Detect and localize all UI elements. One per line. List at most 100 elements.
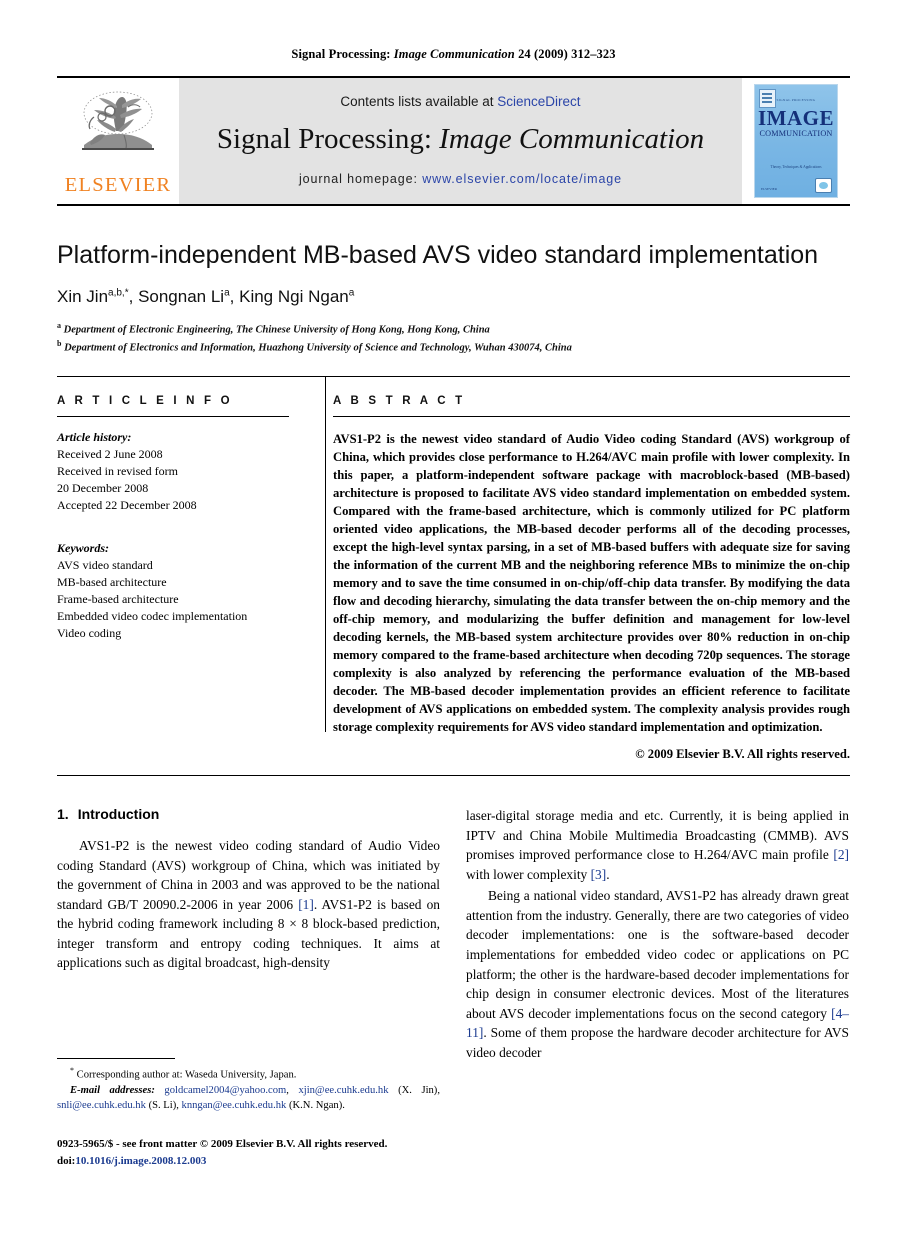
section-heading-introduction: 1. Introduction: [57, 806, 440, 822]
affiliation-marker-b: b: [57, 338, 62, 348]
email-owner: (X. Jin): [398, 1084, 438, 1096]
abstract-divider: [333, 416, 850, 417]
keywords-label: Keywords:: [57, 541, 109, 556]
journal-title-plain: Signal Processing:: [216, 123, 432, 155]
footnote-divider: [57, 1058, 175, 1059]
article-history-block: Article history: Received 2 June 2008 Re…: [57, 429, 289, 514]
body-paragraph: AVS1-P2 is the newest video coding stand…: [57, 836, 440, 973]
body-column-right: laser-digital storage media and etc. Cur…: [466, 806, 849, 1064]
affiliation-marker-a: a: [57, 320, 61, 330]
sciencedirect-link[interactable]: ScienceDirect: [497, 94, 580, 109]
running-head-journal-italic: Image Communication: [393, 47, 515, 61]
elsevier-logo: ELSEVIER: [57, 78, 179, 204]
email-addresses-label: E-mail addresses:: [70, 1084, 155, 1096]
running-head: Signal Processing: Image Communication 2…: [0, 0, 907, 62]
keyword-item: Video coding: [57, 626, 122, 641]
doi-label: doi:: [57, 1154, 76, 1167]
affiliation-text-b: Department of Electronics and Informatio…: [64, 342, 572, 354]
abstract-text: AVS1-P2 is the newest video standard of …: [333, 432, 850, 734]
journal-homepage-label: journal homepage:: [298, 172, 418, 186]
citation-link[interactable]: [3]: [591, 867, 607, 882]
paragraph-text: .: [606, 866, 610, 882]
email-link[interactable]: knngan@ee.cuhk.edu.hk: [182, 1100, 287, 1111]
email-addresses-note: E-mail addresses: goldcamel2004@yahoo.co…: [57, 1084, 440, 1112]
journal-homepage-link[interactable]: www.elsevier.com/locate/image: [422, 172, 622, 186]
cover-title-sub: COMMUNICATION: [759, 129, 833, 138]
citation-link[interactable]: [1]: [298, 897, 314, 912]
info-bottom-divider: [57, 775, 850, 776]
author-name-3: King Ngi Ngan: [239, 286, 349, 306]
cover-mid-caption: Theory, Techniques & Applications: [770, 165, 822, 169]
journal-banner: ELSEVIER Contents lists available at Sci…: [57, 76, 850, 206]
affiliation-a: a Department of Electronic Engineering, …: [57, 320, 850, 338]
citation-link[interactable]: [2]: [833, 847, 849, 862]
email-link[interactable]: snli@ee.cuhk.edu.hk: [57, 1100, 146, 1111]
title-block: Platform-independent MB-based AVS video …: [57, 240, 850, 356]
elsevier-wordmark: ELSEVIER: [64, 174, 172, 196]
author-name-2: Songnan Li: [138, 286, 225, 306]
affiliation-b: b Department of Electronics and Informat…: [57, 338, 850, 356]
cover-society-badge-icon: [815, 178, 832, 193]
journal-homepage-line: journal homepage: www.elsevier.com/locat…: [299, 172, 622, 186]
article-history-label: Article history:: [57, 430, 132, 444]
contents-lists-prefix: Contents lists available at: [340, 94, 494, 109]
doi-link[interactable]: 10.1016/j.image.2008.12.003: [75, 1155, 206, 1167]
page-title: Platform-independent MB-based AVS video …: [57, 241, 819, 269]
paragraph-text: laser-digital storage media and etc. Cur…: [466, 808, 849, 863]
keyword-item: Embedded video codec implementation: [57, 609, 248, 624]
article-history-item: 20 December 2008: [57, 481, 149, 496]
journal-title: Signal Processing: Image Communication: [217, 123, 704, 156]
paragraph-text: Being a national video standard, AVS1-P2…: [466, 888, 849, 1021]
paragraph-text: with lower complexity: [466, 866, 591, 882]
email-owner: (K.N. Ngan): [288, 1100, 343, 1112]
cover-top-caption: SIGNAL PROCESSING: [776, 98, 816, 102]
info-abstract-area: A R T I C L E I N F O Article history: R…: [57, 377, 850, 762]
banner-center: Contents lists available at ScienceDirec…: [179, 78, 742, 204]
author-name-1: Xin Jin: [57, 286, 109, 306]
paragraph-text: . Some of them propose the hardware deco…: [466, 1025, 849, 1060]
running-head-journal: Signal Processing:: [291, 47, 391, 61]
running-head-volume: 24 (2009) 312–323: [518, 47, 616, 61]
journal-article-page: Signal Processing: Image Communication 2…: [0, 0, 907, 1238]
keyword-item: MB-based architecture: [57, 575, 167, 590]
journal-cover-container: SIGNAL PROCESSING IMAGE COMMUNICATION Th…: [742, 78, 850, 204]
abstract-heading: A B S T R A C T: [333, 395, 466, 407]
cover-publisher-caption: ELSEVIER: [761, 187, 778, 192]
affiliation-list: a Department of Electronic Engineering, …: [57, 320, 850, 357]
author-list: Xin Jina,b,*, Songnan Lia, King Ngi Ngan…: [57, 286, 355, 306]
corresponding-author-marker: *: [70, 1066, 74, 1075]
body-columns: 1. Introduction AVS1-P2 is the newest vid…: [57, 806, 850, 1064]
journal-title-italic: Image Communication: [439, 123, 705, 155]
section-number: 1.: [57, 806, 69, 822]
cover-title-main: IMAGE: [758, 106, 834, 130]
elsevier-tree-icon: [82, 91, 154, 150]
corresponding-author-text: Corresponding author at: Waseda Universi…: [76, 1069, 297, 1081]
article-history-item: Received 2 June 2008: [57, 447, 163, 462]
doi-line: doi:10.1016/j.image.2008.12.003: [57, 1153, 477, 1170]
corresponding-author-note: * Corresponding author at: Waseda Univer…: [57, 1065, 440, 1083]
article-history-item: Received in revised form: [57, 464, 178, 479]
imprint-block: 0923-5965/$ - see front matter © 2009 El…: [57, 1136, 477, 1169]
keyword-item: AVS video standard: [57, 558, 153, 573]
body-paragraph: Being a national video standard, AVS1-P2…: [466, 886, 849, 1062]
article-info-divider: [57, 416, 289, 417]
issn-line: 0923-5965/$ - see front matter © 2009 El…: [57, 1138, 388, 1150]
article-info-heading: A R T I C L E I N F O: [57, 395, 233, 407]
article-info-column: A R T I C L E I N F O Article history: R…: [57, 395, 307, 762]
body-paragraph: laser-digital storage media and etc. Cur…: [466, 806, 849, 884]
abstract-column: A B S T R A C T AVS1-P2 is the newest vi…: [307, 395, 850, 762]
contents-lists-line: Contents lists available at ScienceDirec…: [340, 94, 580, 109]
author-sup-2: a: [224, 286, 230, 298]
email-link[interactable]: xjin@ee.cuhk.edu.hk: [298, 1085, 388, 1096]
footnote-block: * Corresponding author at: Waseda Univer…: [57, 1058, 440, 1114]
keyword-item: Frame-based architecture: [57, 592, 179, 607]
affiliation-text-a: Department of Electronic Engineering, Th…: [63, 324, 490, 335]
author-sup-1: a,b,*: [108, 286, 129, 298]
article-history-item: Accepted 22 December 2008: [57, 498, 197, 513]
email-owner: (S. Li): [148, 1100, 177, 1112]
journal-cover-thumbnail: SIGNAL PROCESSING IMAGE COMMUNICATION Th…: [754, 84, 838, 198]
body-column-left: 1. Introduction AVS1-P2 is the newest vid…: [57, 806, 440, 1064]
author-sup-3: a: [348, 286, 355, 298]
email-link[interactable]: goldcamel2004@yahoo.com: [164, 1085, 286, 1096]
keywords-block: Keywords: AVS video standard MB-based ar…: [57, 540, 289, 642]
